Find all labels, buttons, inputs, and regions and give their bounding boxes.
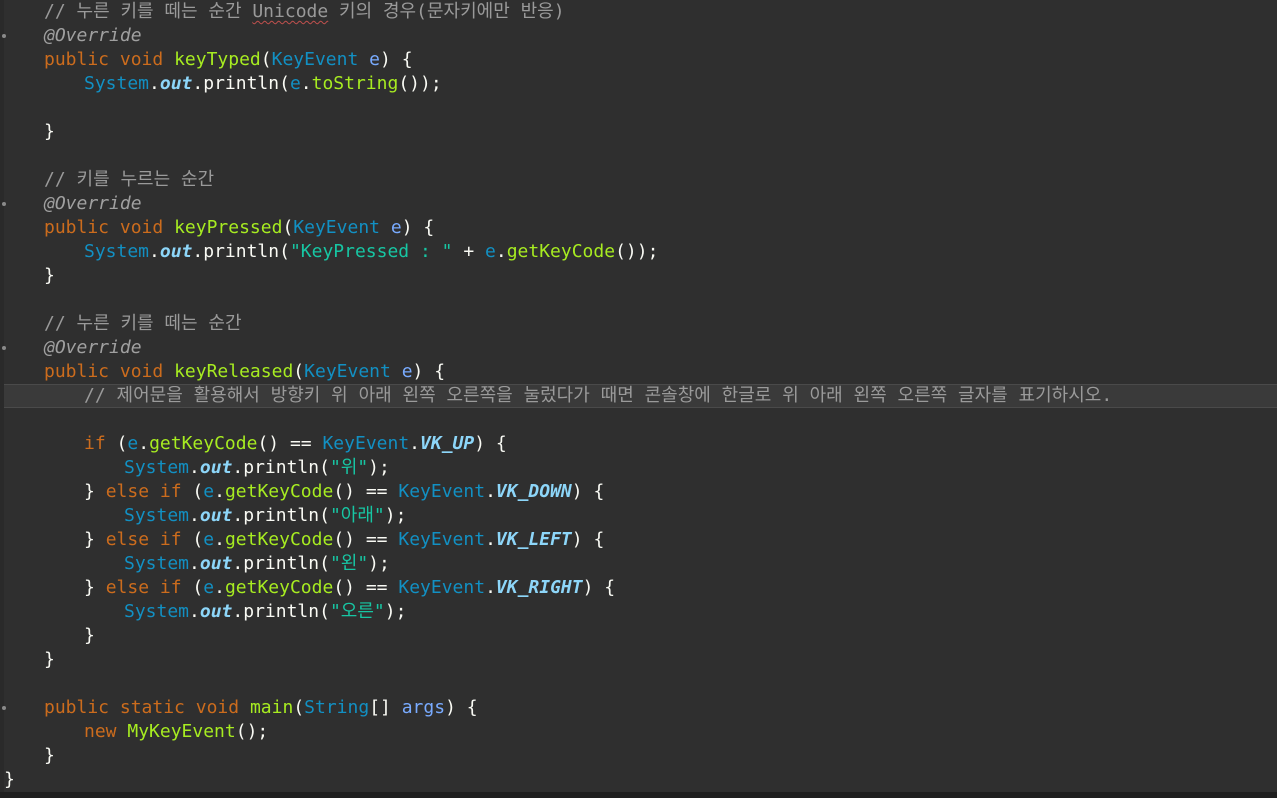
method-signature-keypressed: public void keyPressed(KeyEvent e) {	[44, 217, 435, 238]
code-line-3: public void keyTyped(KeyEvent e) {	[0, 48, 1277, 72]
comment-text: // 누른 키를 떼는 순간 Unicode 키의 경우(문자키에만 반응)	[44, 1, 565, 22]
code-line-9: @Override	[0, 192, 1277, 216]
statement-println: System.out.println("아래");	[124, 505, 407, 526]
else-if-statement: } else if (e.getKeyCode() == KeyEvent.VK…	[84, 529, 605, 550]
comment-text: // 제어문을 활용해서 방향키 위 아래 왼쪽 오른쪽을 눌렀다가 때면 콘솔…	[84, 385, 1113, 406]
method-signature-keyreleased: public void keyReleased(KeyEvent e) {	[44, 361, 446, 382]
code-line-22: System.out.println("아래");	[0, 504, 1277, 528]
code-line-10: public void keyPressed(KeyEvent e) {	[0, 216, 1277, 240]
code-line-8: // 키를 누르는 순간	[0, 168, 1277, 192]
code-line-15: @Override	[0, 336, 1277, 360]
statement-println: System.out.println(e.toString());	[84, 73, 442, 94]
fold-marker-icon[interactable]	[2, 706, 6, 710]
closing-brace: }	[84, 625, 95, 646]
code-line-4: System.out.println(e.toString());	[0, 72, 1277, 96]
statement-println: System.out.println("KeyPressed : " + e.g…	[84, 241, 659, 262]
code-line-14: // 누른 키를 떼는 순간	[0, 312, 1277, 336]
code-line-1: // 누른 키를 떼는 순간 Unicode 키의 경우(문자키에만 반응)	[0, 0, 1277, 24]
code-line-30: public static void main(String[] args) {	[0, 696, 1277, 720]
code-line-12: }	[0, 264, 1277, 288]
if-statement: if (e.getKeyCode() == KeyEvent.VK_UP) {	[84, 433, 507, 454]
horizontal-scrollbar[interactable]	[0, 792, 1277, 798]
annotation-override: @Override	[44, 193, 142, 214]
code-line-26: System.out.println("오른");	[0, 600, 1277, 624]
code-line-28: }	[0, 648, 1277, 672]
code-line-27: }	[0, 624, 1277, 648]
code-line-25: } else if (e.getKeyCode() == KeyEvent.VK…	[0, 576, 1277, 600]
fold-marker-icon[interactable]	[2, 346, 6, 350]
code-line-2: @Override	[0, 24, 1277, 48]
statement-println: System.out.println("오른");	[124, 601, 407, 622]
code-line-16: public void keyReleased(KeyEvent e) {	[0, 360, 1277, 384]
annotation-override: @Override	[44, 337, 142, 358]
code-line-23: } else if (e.getKeyCode() == KeyEvent.VK…	[0, 528, 1277, 552]
code-line-19: if (e.getKeyCode() == KeyEvent.VK_UP) {	[0, 432, 1277, 456]
statement-println: System.out.println("왼");	[124, 553, 390, 574]
current-line-highlight[interactable]: // 제어문을 활용해서 방향키 위 아래 왼쪽 오른쪽을 눌렀다가 때면 콘솔…	[4, 384, 1277, 408]
code-line-21: } else if (e.getKeyCode() == KeyEvent.VK…	[0, 480, 1277, 504]
closing-brace: }	[4, 769, 15, 790]
closing-brace: }	[44, 649, 55, 670]
closing-brace: }	[44, 265, 55, 286]
code-line-32: }	[0, 744, 1277, 768]
spellcheck-word: Unicode	[252, 1, 329, 22]
closing-brace: }	[44, 121, 55, 142]
code-line-24: System.out.println("왼");	[0, 552, 1277, 576]
code-line-20: System.out.println("위");	[0, 456, 1277, 480]
code-line-11: System.out.println("KeyPressed : " + e.g…	[0, 240, 1277, 264]
code-line-6: }	[0, 120, 1277, 144]
statement-new-instance: new MyKeyEvent();	[84, 721, 269, 742]
fold-marker-icon[interactable]	[2, 34, 6, 38]
method-signature-keytyped: public void keyTyped(KeyEvent e) {	[44, 49, 413, 70]
annotation-override: @Override	[44, 25, 142, 46]
method-signature-main: public static void main(String[] args) {	[44, 697, 478, 718]
code-editor[interactable]: // 누른 키를 떼는 순간 Unicode 키의 경우(문자키에만 반응) @…	[0, 0, 1277, 798]
comment-text: // 키를 누르는 순간	[44, 169, 215, 190]
code-line-33: }	[0, 768, 1277, 792]
fold-marker-icon[interactable]	[2, 202, 6, 206]
statement-println: System.out.println("위");	[124, 457, 390, 478]
else-if-statement: } else if (e.getKeyCode() == KeyEvent.VK…	[84, 577, 616, 598]
else-if-statement: } else if (e.getKeyCode() == KeyEvent.VK…	[84, 481, 605, 502]
comment-text: // 누른 키를 떼는 순간	[44, 313, 242, 334]
code-line-31: new MyKeyEvent();	[0, 720, 1277, 744]
closing-brace: }	[44, 745, 55, 766]
